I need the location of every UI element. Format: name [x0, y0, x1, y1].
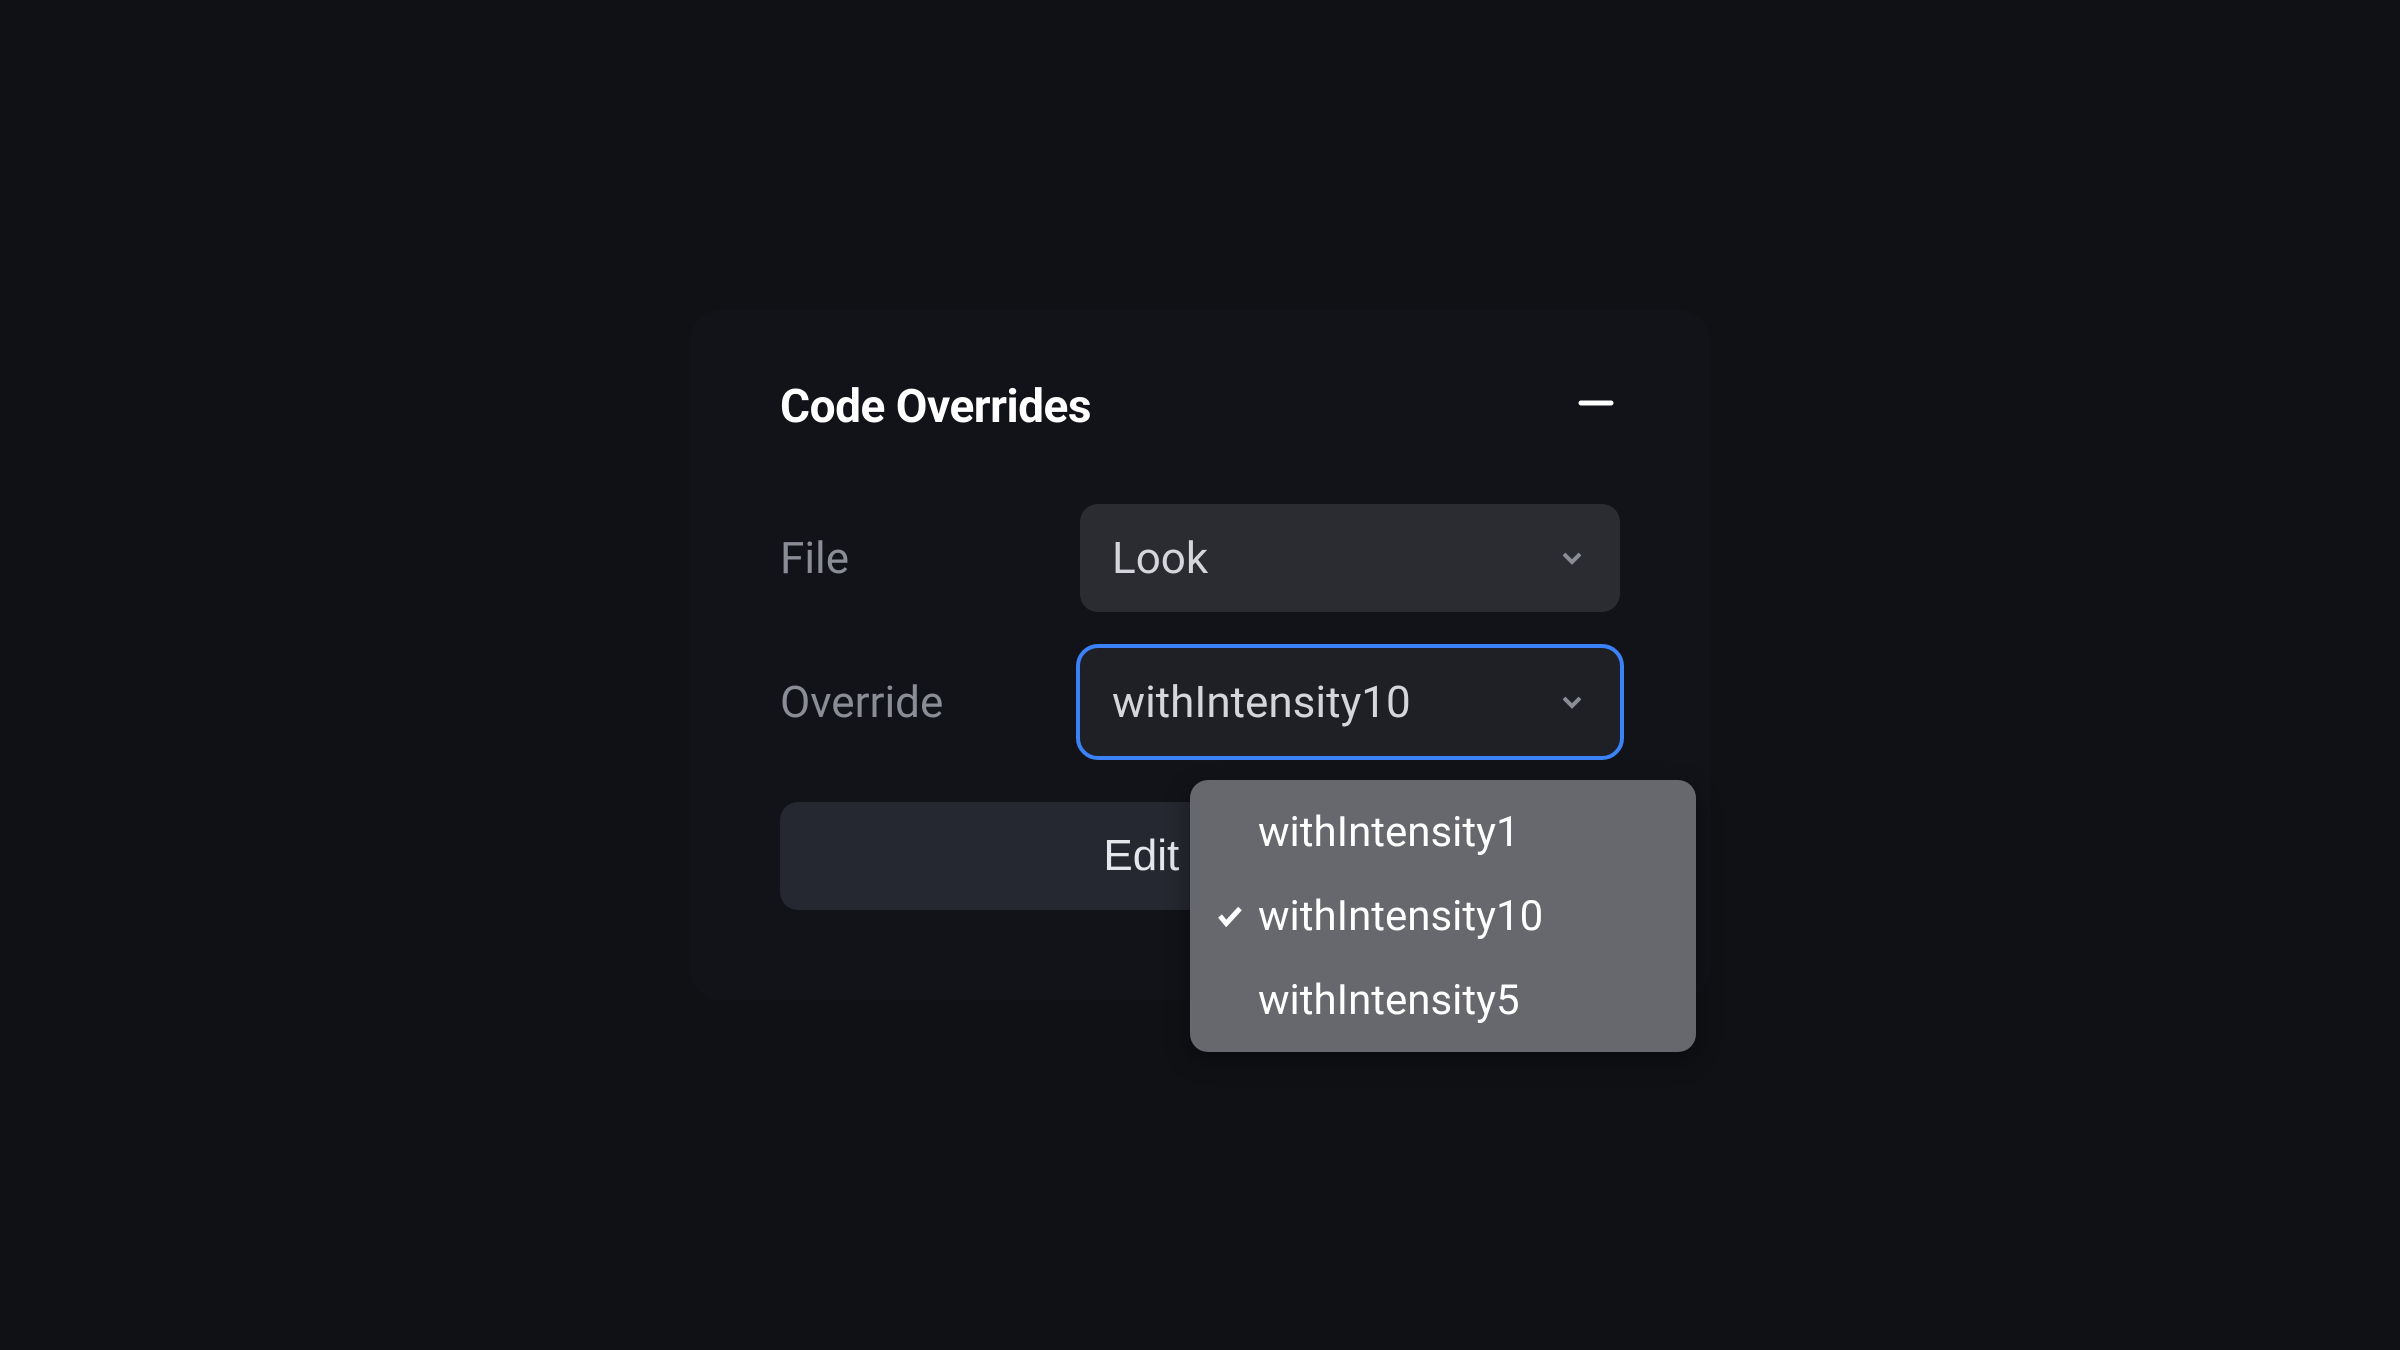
dropdown-option-label: withIntensity5 — [1258, 976, 1520, 1025]
dropdown-option-label: withIntensity10 — [1258, 892, 1543, 941]
override-dropdown: withIntensity1 withIntensity10 withInten… — [1190, 780, 1696, 1052]
override-label: Override — [780, 676, 1080, 728]
override-select[interactable]: withIntensity10 — [1080, 648, 1620, 756]
override-row: Override withIntensity10 — [780, 648, 1620, 756]
dropdown-option[interactable]: withIntensity5 — [1190, 958, 1696, 1042]
file-select-value: Look — [1112, 532, 1208, 584]
panel-header: Code Overrides — [780, 380, 1620, 434]
panel-title: Code Overrides — [780, 380, 1091, 434]
chevron-down-icon — [1556, 542, 1588, 574]
file-row: File Look — [780, 504, 1620, 612]
collapse-icon[interactable] — [1572, 382, 1620, 432]
check-icon — [1210, 901, 1250, 931]
dropdown-option[interactable]: withIntensity10 — [1190, 874, 1696, 958]
override-select-value: withIntensity10 — [1112, 676, 1411, 728]
dropdown-option[interactable]: withIntensity1 — [1190, 790, 1696, 874]
dropdown-option-label: withIntensity1 — [1258, 808, 1520, 857]
file-select[interactable]: Look — [1080, 504, 1620, 612]
chevron-down-icon — [1556, 686, 1588, 718]
file-label: File — [780, 532, 1080, 584]
